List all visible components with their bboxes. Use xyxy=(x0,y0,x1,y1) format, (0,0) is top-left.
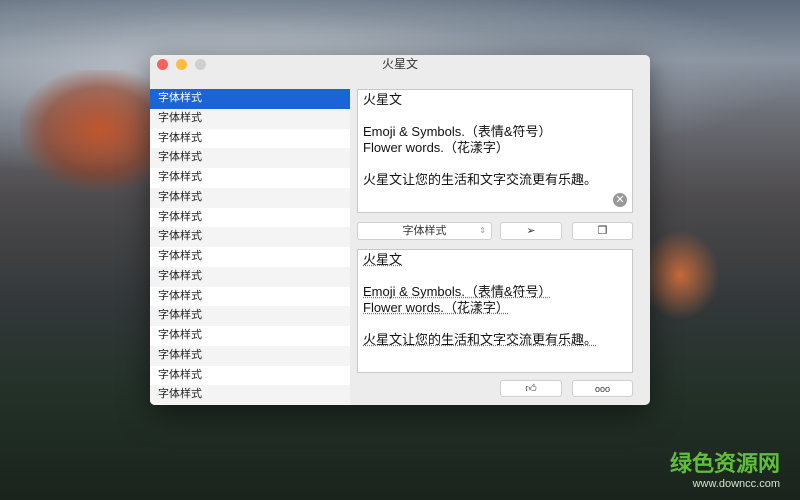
font-style-item[interactable]: 字体样式 xyxy=(150,208,350,228)
input-line: 火星文 xyxy=(363,92,403,107)
send-button[interactable]: ➢ xyxy=(500,222,562,240)
updown-icon: ⇕ xyxy=(479,226,486,235)
font-style-item[interactable]: 字体样式 xyxy=(150,108,350,129)
clear-icon[interactable]: ✕ xyxy=(613,193,627,207)
minimize-button[interactable] xyxy=(176,59,187,70)
more-button[interactable]: ooo xyxy=(572,380,633,397)
font-style-item[interactable]: 字体样式 xyxy=(150,148,350,168)
font-style-item[interactable]: 字体样式 xyxy=(150,247,350,267)
font-style-item[interactable]: 字体样式 xyxy=(150,129,350,149)
output-line: Flower words.（花漾字） xyxy=(363,300,509,315)
font-style-item[interactable]: 字体样式 xyxy=(150,168,350,188)
output-line: 火星文 xyxy=(363,252,403,267)
more-icon: ooo xyxy=(594,384,611,394)
window-title: 火星文 xyxy=(381,57,418,71)
style-select[interactable]: 字体样式 ⇕ xyxy=(357,222,492,240)
title-bar: 火星文 xyxy=(150,55,650,75)
font-style-item[interactable]: 字体样式 xyxy=(150,89,350,109)
output-line: Emoji & Symbols.（表情&符号） xyxy=(363,284,552,299)
input-line: Emoji & Symbols.（表情&符号） xyxy=(363,124,552,139)
font-style-item[interactable]: 字体样式 xyxy=(150,366,350,386)
font-style-item[interactable]: 字体样式 xyxy=(150,345,350,366)
app-window: 火星文 字体样式 字体样式 字体样式 字体样式 字体样式 字体样式 字体样式 字体样式 字体样式… xyxy=(150,55,650,405)
close-button[interactable] xyxy=(157,59,168,70)
wallpaper-mountain-right xyxy=(640,230,720,320)
watermark-url: www.downcc.com xyxy=(692,478,780,490)
font-style-item[interactable]: 字体样式 xyxy=(150,266,350,287)
zoom-button[interactable] xyxy=(195,59,206,70)
input-textarea[interactable]: 火星文 Emoji & Symbols.（表情&符号） Flower words… xyxy=(357,89,633,213)
like-button[interactable]: 👍︎ xyxy=(500,380,562,397)
thumbs-up-icon: 👍︎ xyxy=(525,383,537,395)
font-style-item[interactable]: 字体样式 xyxy=(150,385,350,405)
paper-plane-icon: ➢ xyxy=(526,225,536,237)
font-style-item[interactable]: 字体样式 xyxy=(150,326,350,346)
style-select-value: 字体样式 xyxy=(402,225,447,237)
input-line: Flower words.（花漾字） xyxy=(363,140,509,155)
output-line: 火星文让您的生活和文字交流更有乐趣。 xyxy=(363,332,598,347)
output-textarea[interactable]: 火星文 Emoji & Symbols.（表情&符号） Flower words… xyxy=(357,249,633,373)
font-style-item[interactable]: 字体样式 xyxy=(150,306,350,326)
copy-button[interactable]: ❐ xyxy=(572,222,633,240)
input-line: 火星文让您的生活和文字交流更有乐趣。 xyxy=(363,172,598,187)
watermark: 绿色资源网 www.downcc.com xyxy=(670,446,780,490)
font-style-list[interactable]: 字体样式 字体样式 字体样式 字体样式 字体样式 字体样式 字体样式 字体样式 字体样式 字体样式… xyxy=(150,89,350,405)
font-style-item[interactable]: 字体样式 xyxy=(150,287,350,307)
font-style-item[interactable]: 字体样式 xyxy=(150,227,350,247)
watermark-name: 绿色资源网 xyxy=(669,451,780,476)
font-style-item[interactable]: 字体样式 xyxy=(150,187,350,208)
copy-icon: ❐ xyxy=(597,225,608,237)
